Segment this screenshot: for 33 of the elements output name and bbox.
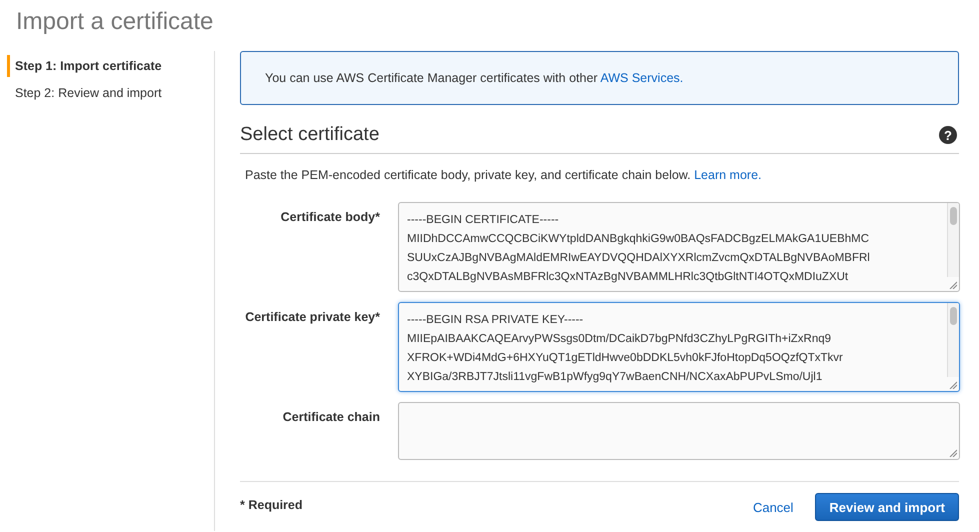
step-item[interactable]: Step 1: Import certificate: [7, 55, 164, 77]
field-text-line: c3QxDTALBgNVBAsMBFRlc3QxNTAzBgNVBAMMLHRlc3QtbGltNTI4OTQxMDIuZXUt: [407, 270, 848, 286]
input-field[interactable]: [398, 302, 960, 392]
field-text-line: MIIDhDCCAmwCCQCBCiKWYtpldDANBgkqhkiG9w0BAQsFADCBgzELMAkGA1UEBhMC: [407, 232, 870, 248]
field-text-line: -----BEGIN RSA PRIVATE KEY-----: [407, 313, 584, 328]
scrollbar-thumb[interactable]: [950, 207, 957, 226]
review-and-import-button[interactable]: Review and import: [815, 493, 959, 522]
input-field[interactable]: [398, 402, 960, 460]
resize-handle-icon[interactable]: [949, 281, 957, 290]
learn-more-link[interactable]: Learn more.: [694, 168, 762, 182]
step-item[interactable]: Step 2: Review and import: [7, 82, 164, 104]
required-note: * Required: [240, 497, 303, 514]
field-text-line: XYBIGa/3RBJT7Jtsli11vgFwB1pWfyg9qY7wBaenCNH/NCXaxAbPUPvLSmo/Ujl1: [407, 370, 822, 386]
info-text: You can use AWS Certificate Manager certificates with other AWS Services.: [265, 70, 684, 87]
resize-handle-icon[interactable]: [949, 449, 957, 458]
resize-handle-icon[interactable]: [949, 381, 957, 390]
section-title: Select certificate: [240, 123, 380, 147]
field-label: Certificate private key*: [245, 309, 380, 326]
help-button[interactable]: ?: [939, 126, 957, 144]
field-label: Certificate body*: [280, 209, 380, 226]
field-text-line: SUUxCzAJBgNVBAgMAldEMRIwEAYDVQQHDAlXYXRlcmZvcmQxDTALBgNVBAoMBFRl: [407, 251, 870, 266]
field-text-line: MIIEpAIBAAKCAQEArvyPWSsgs0Dtm/DCaikD7bgPNfd3CZhyLPgRGITh+iZxRnq9: [407, 332, 832, 348]
section-description: Paste the PEM-encoded certificate body, private key, and certificate chain below. Learn more.: [245, 166, 762, 184]
scrollbar[interactable]: [947, 203, 959, 278]
aws-services-link[interactable]: AWS Services.: [600, 70, 684, 85]
scrollbar-thumb[interactable]: [950, 307, 957, 326]
field-label: Certificate chain: [282, 409, 380, 426]
field-text-line: -----BEGIN CERTIFICATE-----: [407, 213, 559, 228]
scrollbar[interactable]: [947, 303, 959, 378]
cancel-link[interactable]: Cancel: [752, 498, 794, 517]
input-field[interactable]: [398, 202, 960, 292]
field-text-line: XFROK+WDi4MdG+6HXYuQT1gETldHwve0bDDKL5vh0kFJfoHtopDq5OQzfQTxTkvr: [407, 351, 843, 366]
page-title: Import a certificate: [16, 7, 214, 37]
